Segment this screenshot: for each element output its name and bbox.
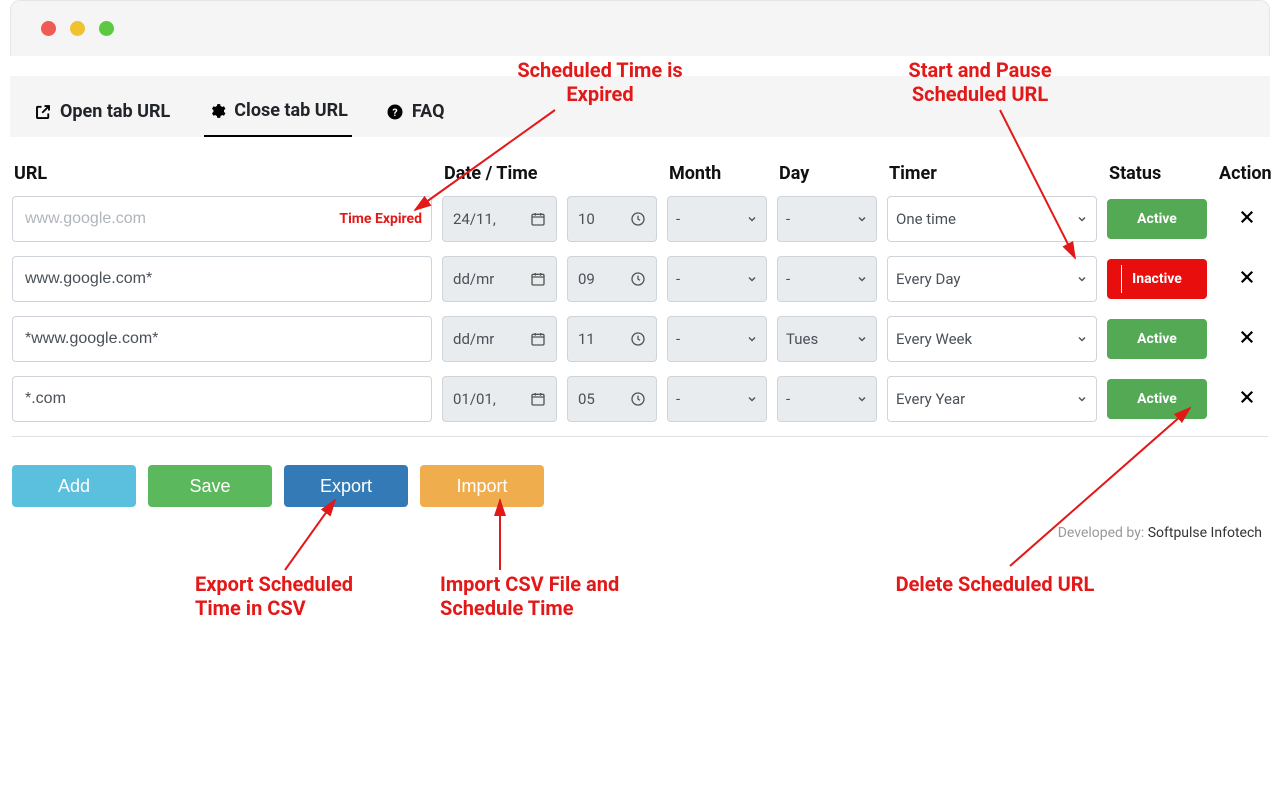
annotation-import: Import CSV File and Schedule Time [440, 572, 670, 620]
table-row: 01/01,05--Every YearActive [12, 376, 1268, 422]
time-input[interactable]: 10 [567, 196, 657, 242]
timer-select[interactable]: One time [887, 196, 1097, 242]
traffic-minimize-icon[interactable] [70, 21, 85, 36]
table-row: dd/mr11-TuesEvery WeekActive [12, 316, 1268, 362]
time-expired-label: Time Expired [339, 211, 422, 227]
footer-buttons: Add Save Export Import [0, 465, 1280, 507]
delete-row-button[interactable] [1217, 387, 1277, 412]
day-select[interactable]: - [777, 376, 877, 422]
import-button[interactable]: Import [420, 465, 544, 507]
question-icon: ? [386, 103, 404, 121]
window-titlebar [10, 0, 1270, 56]
column-headers: URL Date / Time Month Day Timer Status A… [12, 163, 1268, 196]
tab-close-url[interactable]: Close tab URL [204, 92, 352, 137]
time-input[interactable]: 05 [567, 376, 657, 422]
chevron-down-icon [856, 273, 868, 285]
url-input[interactable] [12, 256, 432, 302]
status-badge[interactable]: Inactive [1107, 259, 1207, 299]
status-badge[interactable]: Active [1107, 379, 1207, 419]
time-input[interactable]: 09 [567, 256, 657, 302]
chevron-down-icon [746, 333, 758, 345]
clock-icon [630, 211, 646, 227]
timer-select[interactable]: Every Week [887, 316, 1097, 362]
close-icon [1238, 328, 1256, 346]
tab-faq[interactable]: ? FAQ [382, 93, 449, 136]
table-row: Time Expired24/11,10--One timeActive [12, 196, 1268, 242]
chevron-down-icon [856, 213, 868, 225]
gear-icon [208, 102, 226, 120]
chevron-down-icon [746, 393, 758, 405]
header-month: Month [667, 163, 767, 196]
calendar-icon [530, 211, 546, 227]
footer-link[interactable]: Softpulse Infotech [1148, 525, 1262, 541]
external-link-icon [34, 103, 52, 121]
calendar-icon [530, 391, 546, 407]
header-url: URL [12, 163, 432, 196]
main-tabs: Open tab URL Close tab URL ? FAQ [10, 76, 1270, 137]
tab-open-url[interactable]: Open tab URL [30, 93, 174, 136]
delete-row-button[interactable] [1217, 207, 1277, 232]
tab-open-label: Open tab URL [60, 101, 170, 122]
chevron-down-icon [856, 333, 868, 345]
save-button[interactable]: Save [148, 465, 272, 507]
developed-by: Developed by: Softpulse Infotech [0, 507, 1280, 541]
header-timer: Timer [887, 163, 1097, 196]
calendar-icon [530, 271, 546, 287]
month-select[interactable]: - [667, 376, 767, 422]
timer-select[interactable]: Every Day [887, 256, 1097, 302]
traffic-zoom-icon[interactable] [99, 21, 114, 36]
clock-icon [630, 331, 646, 347]
clock-icon [630, 391, 646, 407]
divider [12, 436, 1268, 437]
status-badge[interactable]: Active [1107, 199, 1207, 239]
calendar-icon [530, 331, 546, 347]
schedule-grid: URL Date / Time Month Day Timer Status A… [0, 137, 1280, 465]
url-input[interactable] [12, 376, 432, 422]
date-input[interactable]: 01/01, [442, 376, 557, 422]
day-select[interactable]: - [777, 256, 877, 302]
chevron-down-icon [856, 393, 868, 405]
chevron-down-icon [1076, 393, 1088, 405]
day-select[interactable]: - [777, 196, 877, 242]
month-select[interactable]: - [667, 256, 767, 302]
timer-select[interactable]: Every Year [887, 376, 1097, 422]
chevron-down-icon [746, 273, 758, 285]
date-input[interactable]: dd/mr [442, 256, 557, 302]
close-icon [1238, 388, 1256, 406]
add-button[interactable]: Add [12, 465, 136, 507]
delete-row-button[interactable] [1217, 327, 1277, 352]
clock-icon [630, 271, 646, 287]
table-row: dd/mr09--Every DayInactive [12, 256, 1268, 302]
chevron-down-icon [1076, 333, 1088, 345]
chevron-down-icon [1076, 273, 1088, 285]
url-input[interactable] [12, 316, 432, 362]
footer-text: Developed by: [1058, 525, 1148, 541]
time-input[interactable]: 11 [567, 316, 657, 362]
month-select[interactable]: - [667, 316, 767, 362]
header-action: Action [1217, 163, 1277, 196]
date-input[interactable]: 24/11, [442, 196, 557, 242]
traffic-close-icon[interactable] [41, 21, 56, 36]
svg-text:?: ? [392, 105, 397, 118]
tab-faq-label: FAQ [412, 101, 445, 122]
date-input[interactable]: dd/mr [442, 316, 557, 362]
day-select[interactable]: Tues [777, 316, 877, 362]
chevron-down-icon [1076, 213, 1088, 225]
tab-close-label: Close tab URL [234, 100, 348, 121]
close-icon [1238, 208, 1256, 226]
close-icon [1238, 268, 1256, 286]
export-button[interactable]: Export [284, 465, 408, 507]
annotation-export: Export Scheduled Time in CSV [195, 572, 405, 620]
annotation-delete: Delete Scheduled URL [870, 572, 1120, 596]
month-select[interactable]: - [667, 196, 767, 242]
status-badge[interactable]: Active [1107, 319, 1207, 359]
header-status: Status [1107, 163, 1207, 196]
delete-row-button[interactable] [1217, 267, 1277, 292]
chevron-down-icon [746, 213, 758, 225]
header-datetime: Date / Time [442, 163, 657, 196]
header-day: Day [777, 163, 877, 196]
